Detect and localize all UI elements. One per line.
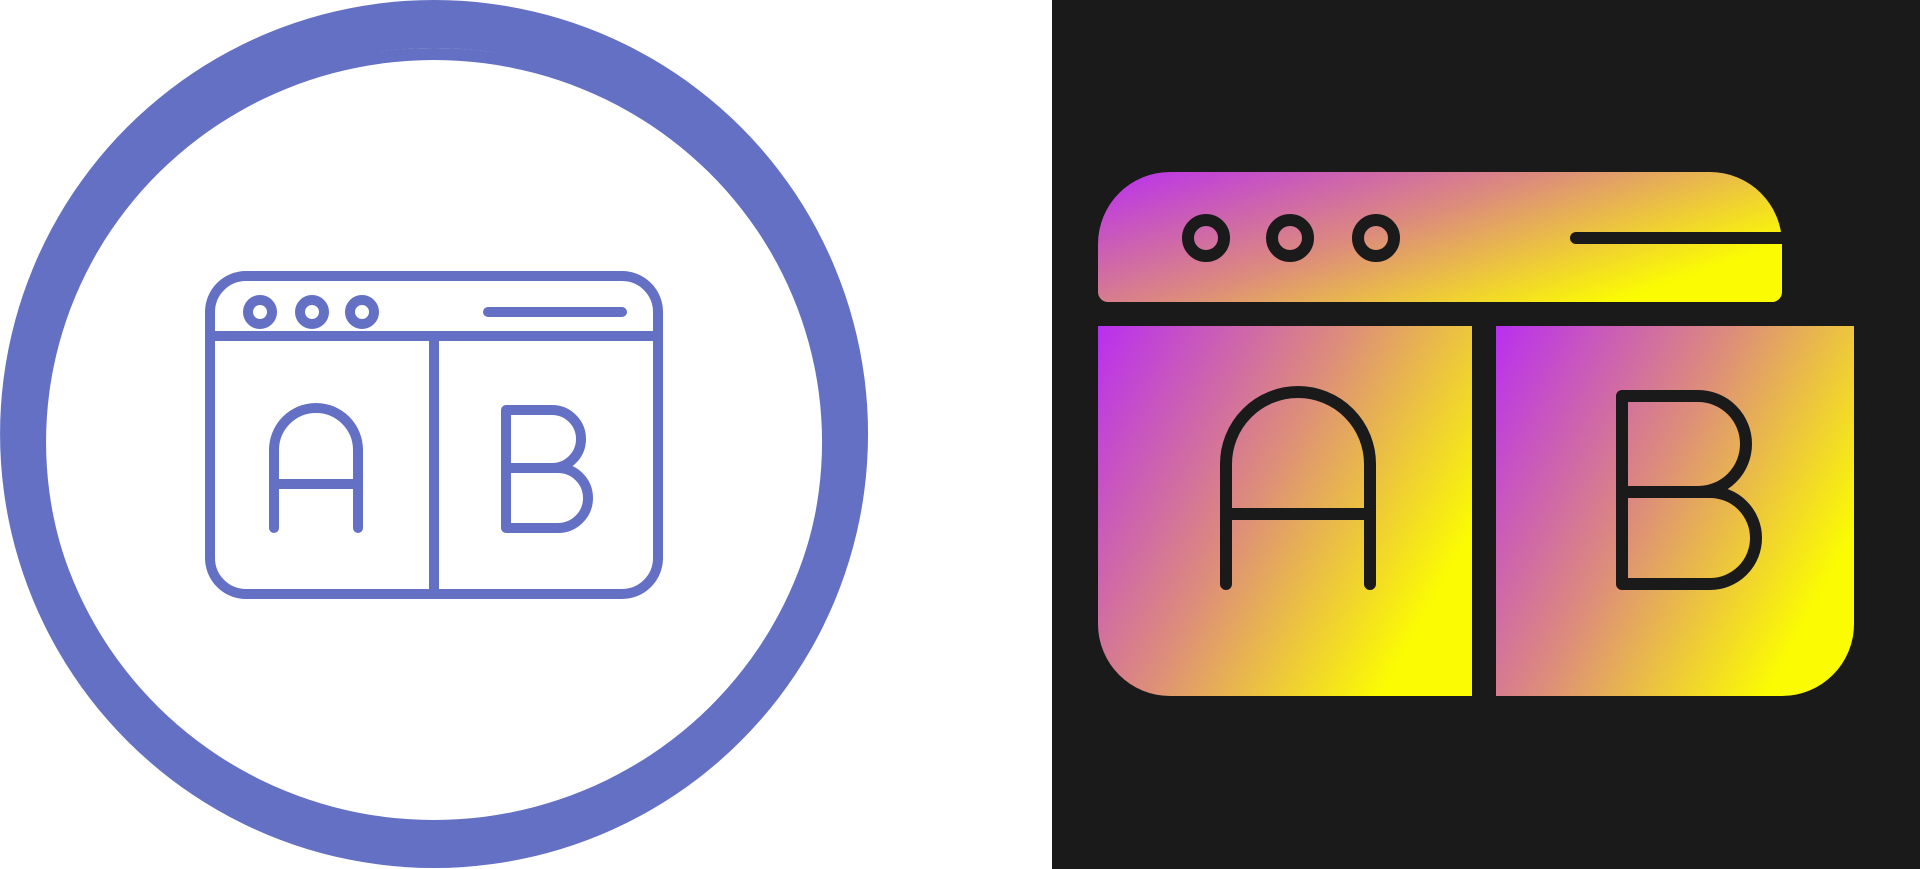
right-icon-panel: A B: [1052, 0, 1920, 869]
ab-testing-outline-icon: A B: [0, 0, 1052, 869]
ab-testing-gradient-icon: A B: [1052, 0, 1920, 869]
browser-pane-b: [1496, 326, 1854, 696]
left-icon-panel: A B: [0, 0, 1052, 869]
